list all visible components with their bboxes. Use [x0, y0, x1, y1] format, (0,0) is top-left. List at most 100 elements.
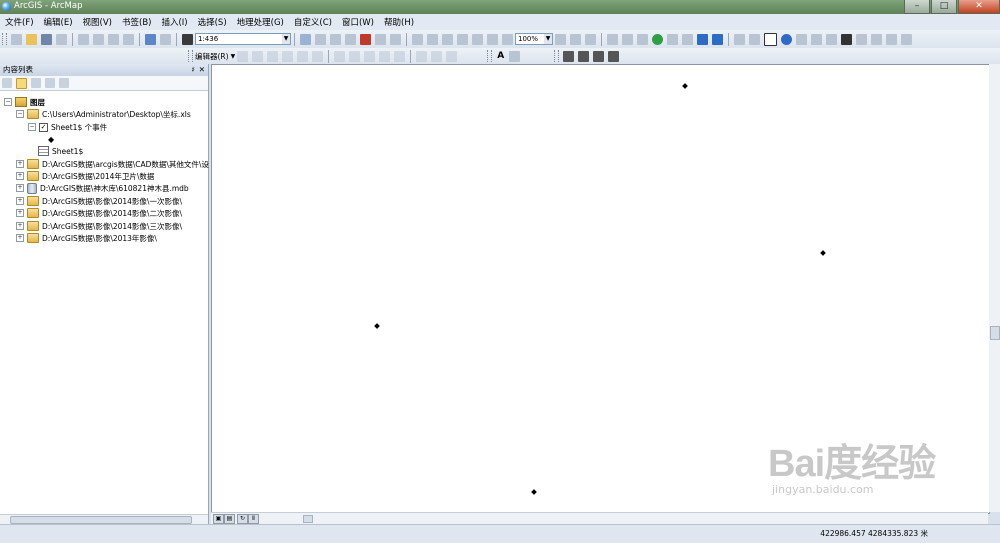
menu-edit[interactable]: 编辑(E) — [41, 16, 76, 28]
cut-polygons-icon[interactable] — [364, 50, 376, 62]
hyperlink-icon[interactable] — [796, 33, 807, 45]
map-point-feature[interactable] — [374, 323, 380, 329]
find-icon[interactable] — [841, 33, 852, 45]
editor-toolbar-icon[interactable] — [300, 33, 311, 45]
go-to-xy-icon[interactable] — [871, 33, 882, 45]
identify-icon[interactable] — [781, 33, 792, 45]
map-point-feature[interactable] — [531, 489, 537, 495]
map-scale-combo[interactable]: 1:436 ▼ — [195, 33, 291, 45]
list-by-visibility-icon[interactable] — [31, 78, 41, 88]
hammer-icon[interactable] — [593, 50, 605, 62]
grid-tool-icon[interactable] — [427, 33, 438, 45]
table-of-contents-icon[interactable] — [315, 33, 326, 45]
point-icon[interactable] — [312, 50, 324, 62]
attributes-icon[interactable] — [416, 50, 428, 62]
straight-segment-icon[interactable] — [267, 50, 279, 62]
paste-icon[interactable] — [108, 33, 119, 45]
collapse-icon[interactable]: − — [16, 110, 24, 118]
editor-menu[interactable]: 编辑器(R) — [195, 51, 229, 62]
menu-selection[interactable]: 选择(S) — [195, 16, 230, 28]
toolbar-grip[interactable] — [188, 50, 193, 62]
end-point-arc-icon[interactable] — [282, 50, 294, 62]
cut-icon[interactable] — [78, 33, 89, 45]
maximize-button[interactable]: □ — [931, 0, 957, 14]
fixed-zoom-icon[interactable] — [472, 33, 483, 45]
catalog-icon[interactable] — [330, 33, 341, 45]
text-tool-icon[interactable]: A — [497, 51, 504, 61]
fixed-zoom-out-icon[interactable] — [682, 33, 693, 45]
map-point-feature[interactable] — [820, 250, 826, 256]
chevron-down-icon[interactable]: ▼ — [231, 53, 236, 60]
layout-zoom-combo[interactable]: 100% ▼ — [515, 33, 553, 45]
tree-item-imagery-2013[interactable]: + D:\ArcGIS数据\影像\2013年影像\ — [16, 232, 157, 244]
print-icon[interactable] — [56, 33, 67, 45]
back-extent-icon[interactable] — [697, 33, 708, 45]
layer-visibility-checkbox[interactable]: ✓ — [39, 122, 48, 132]
tree-item-geodatabase[interactable]: + D:\ArcGIS数据\神木库\610821神木县.mdb — [16, 182, 189, 194]
modelbuilder-icon[interactable] — [390, 33, 401, 45]
undo-icon[interactable] — [145, 33, 156, 45]
tree-item-table[interactable]: Sheet1$ — [38, 145, 83, 157]
zoom-out-icon[interactable] — [622, 33, 633, 45]
search-window-icon[interactable] — [345, 33, 356, 45]
html-popup-icon[interactable] — [811, 33, 822, 45]
tree-root-layers[interactable]: − 图层 — [4, 96, 45, 108]
copy-icon[interactable] — [93, 33, 104, 45]
select-features-icon[interactable] — [734, 33, 745, 45]
chevron-down-icon[interactable]: ▼ — [282, 34, 290, 44]
full-extent-icon[interactable] — [652, 33, 663, 45]
minimize-button[interactable]: – — [904, 0, 930, 14]
pause-drawing-icon[interactable]: Ⅱ — [248, 514, 259, 524]
split-icon[interactable] — [379, 50, 391, 62]
reshape-icon[interactable] — [349, 50, 361, 62]
expand-icon[interactable]: + — [16, 172, 24, 180]
hammer-icon[interactable] — [608, 50, 620, 62]
close-icon[interactable]: ✕ — [199, 64, 205, 76]
menu-geoprocessing[interactable]: 地理处理(G) — [234, 16, 287, 28]
forward-extent-icon[interactable] — [712, 33, 723, 45]
scrollbar-thumb[interactable] — [10, 516, 192, 524]
create-features-icon[interactable] — [446, 50, 458, 62]
clear-selection-icon[interactable] — [749, 33, 760, 45]
open-icon[interactable] — [26, 33, 37, 45]
georeferencing-icon[interactable] — [412, 33, 423, 45]
map-view[interactable] — [211, 64, 990, 514]
add-data-icon[interactable] — [182, 33, 193, 45]
tree-item-cad-folder[interactable]: + D:\ArcGIS数据\arcgis数据\CAD数据\其他文件\设 — [16, 158, 209, 170]
edit-annotation-icon[interactable] — [252, 50, 264, 62]
label-manager-icon[interactable] — [509, 50, 521, 62]
toolbar-grip[interactable] — [487, 50, 493, 62]
page-zoom-in-icon[interactable] — [487, 33, 498, 45]
map-horizontal-scrollbar[interactable]: ▣ ▤ ↻ Ⅱ — [211, 512, 988, 524]
zoom-whole-page-icon[interactable] — [457, 33, 468, 45]
hammer-icon[interactable] — [563, 50, 575, 62]
chevron-down-icon[interactable]: ▼ — [544, 34, 552, 44]
layout-view-button[interactable]: ▤ — [224, 514, 235, 524]
options-icon[interactable] — [59, 78, 69, 88]
arctoolbox-icon[interactable] — [360, 33, 371, 45]
measure-icon[interactable] — [826, 33, 837, 45]
expand-icon[interactable]: + — [16, 197, 24, 205]
save-icon[interactable] — [41, 33, 52, 45]
edit-tool-icon[interactable] — [237, 50, 249, 62]
tree-item-events-layer[interactable]: − ✓ Sheet1$ 个事件 — [28, 121, 107, 133]
tree-item-imagery-1[interactable]: + D:\ArcGIS数据\影像\2014影像\一次影像\ — [16, 195, 182, 207]
tree-item-imagery-3[interactable]: + D:\ArcGIS数据\影像\2014影像\三次影像\ — [16, 220, 182, 232]
data-view-button[interactable]: ▣ — [213, 514, 224, 524]
delete-icon[interactable] — [123, 33, 134, 45]
create-viewer-window-icon[interactable] — [901, 33, 912, 45]
focus-data-frame-icon[interactable] — [570, 33, 581, 45]
python-window-icon[interactable] — [375, 33, 386, 45]
zoom-in-icon[interactable] — [607, 33, 618, 45]
find-route-icon[interactable] — [856, 33, 867, 45]
toolbar-grip[interactable] — [554, 50, 560, 62]
menu-customize[interactable]: 自定义(C) — [291, 16, 335, 28]
menu-help[interactable]: 帮助(H) — [381, 16, 417, 28]
list-by-selection-icon[interactable] — [45, 78, 55, 88]
refresh-icon[interactable]: ↻ — [237, 514, 248, 524]
sketch-properties-icon[interactable] — [431, 50, 443, 62]
expand-icon[interactable]: + — [16, 184, 24, 192]
scrollbar-thumb[interactable] — [990, 326, 1000, 340]
expand-icon[interactable]: + — [16, 222, 24, 230]
new-document-icon[interactable] — [11, 33, 22, 45]
